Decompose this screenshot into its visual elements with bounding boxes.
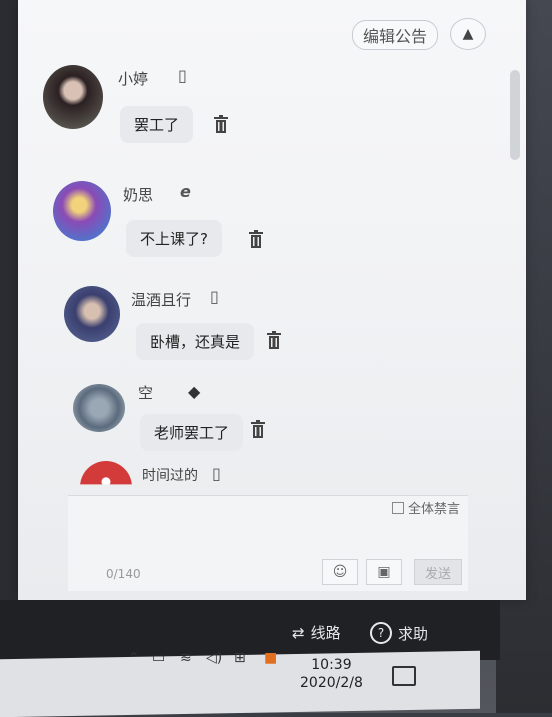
chat-scrollbar[interactable] [510, 70, 520, 160]
help-link[interactable]: ? 求助 [370, 622, 428, 644]
volume-icon[interactable]: ◁) [206, 650, 222, 666]
chevron-up-icon: ▲ [462, 26, 474, 42]
sender-name: 小婷 [118, 70, 149, 88]
help-label: 求助 [398, 624, 429, 643]
chat-topbar: 编辑公告 ▲ [18, 0, 526, 50]
mute-all-label: 全体禁言 [407, 502, 460, 517]
sender-name: 时间过的 [142, 468, 198, 484]
sender-name: 空 [138, 384, 154, 402]
checkbox-icon[interactable] [391, 501, 404, 514]
message-bubble: 卧槽，还真是 [136, 323, 255, 360]
route-link[interactable]: ⇄ 线路 [292, 622, 341, 643]
avatar[interactable] [43, 65, 103, 129]
input-method-icon[interactable]: ⊞ [234, 650, 246, 666]
avatar[interactable] [64, 286, 120, 342]
edit-announcement-button[interactable]: 编辑公告 [351, 20, 438, 50]
switch-arrows-icon: ⇄ [292, 623, 305, 642]
mobile-icon: ▯ [210, 287, 219, 306]
notification-icon[interactable] [392, 666, 416, 686]
sender-name: 奶思 [123, 186, 154, 204]
app-tray-icon[interactable]: ■ [264, 650, 277, 666]
route-label: 线路 [310, 624, 341, 642]
char-counter: 0/140 [106, 567, 141, 581]
ie-browser-icon: e [180, 182, 191, 201]
clock-date: 2020/2/8 [300, 675, 363, 691]
chat-message: 小婷 ▯ 罢工了 [18, 60, 438, 160]
image-button[interactable]: ▣ [366, 559, 402, 585]
send-button[interactable]: 发送 [414, 559, 462, 585]
image-icon: ▣ [377, 564, 391, 580]
battery-icon[interactable]: ▭ [152, 650, 165, 666]
trash-icon[interactable] [248, 230, 264, 248]
wifi-icon[interactable]: ≋ [180, 650, 192, 666]
collapse-button[interactable]: ▲ [450, 18, 486, 50]
message-bubble: 罢工了 [120, 106, 194, 143]
android-icon: ◆ [188, 382, 201, 401]
avatar[interactable] [73, 384, 125, 432]
question-icon: ? [370, 622, 392, 644]
sender-name: 温酒且行 [131, 291, 192, 309]
chat-message: 温酒且行 ▯ 卧槽，还真是 [18, 283, 438, 383]
system-clock[interactable]: 10:39 2020/2/8 [300, 656, 363, 692]
clock-time: 10:39 [311, 657, 352, 673]
message-bubble: 不上课了? [126, 220, 222, 257]
trash-icon[interactable] [213, 115, 229, 133]
chat-message: 奶思 e 不上课了? [18, 178, 438, 278]
avatar[interactable] [53, 181, 111, 241]
chat-message: 时间过的 ▯ [18, 455, 438, 495]
emoji-button[interactable]: ☺ [322, 559, 358, 585]
mute-all-toggle[interactable]: 全体禁言 [391, 498, 460, 517]
message-bubble: 老师罢工了 [140, 414, 244, 451]
chat-window: 编辑公告 ▲ 小婷 ▯ 罢工了 奶思 e 不上课了? 温酒且行 ▯ 卧槽，还真是 [18, 0, 526, 600]
monitor-bezel-left [0, 0, 18, 640]
smiley-icon: ☺ [332, 564, 348, 580]
chevron-up-icon[interactable]: ⌃ [128, 650, 140, 666]
mobile-icon: ▯ [178, 66, 187, 85]
message-input-area[interactable]: 全体禁言 0/140 ☺ ▣ 发送 [68, 495, 468, 591]
trash-icon[interactable] [266, 331, 282, 349]
mobile-icon: ▯ [212, 464, 221, 483]
trash-icon[interactable] [250, 420, 266, 438]
